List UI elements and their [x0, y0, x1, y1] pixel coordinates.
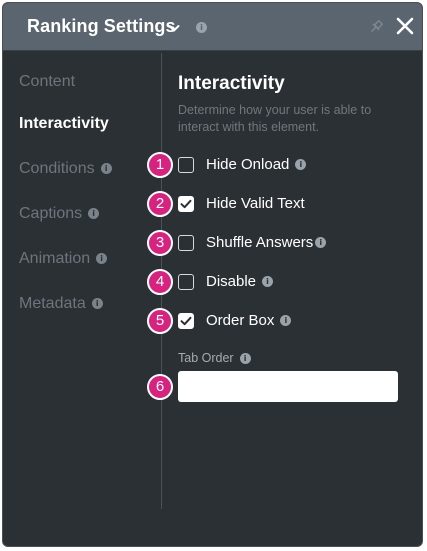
info-icon[interactable]: i [196, 22, 207, 33]
option-label: Hide Onload [206, 156, 290, 173]
section-title: Interactivity [178, 73, 285, 94]
option-label: Order Box [206, 312, 275, 329]
info-icon[interactable]: i [315, 237, 327, 248]
sidebar-item-interactivity[interactable]: Interactivity [19, 115, 109, 133]
check-icon [180, 316, 192, 326]
callout-badge: 5 [147, 308, 173, 334]
info-icon[interactable]: i [100, 163, 112, 174]
info-icon[interactable]: i [280, 315, 292, 326]
panel-title[interactable]: Ranking Settings [27, 16, 176, 37]
info-icon[interactable]: i [91, 298, 103, 309]
sidebar-item-conditions[interactable]: Conditions i [19, 160, 112, 178]
tab-order-label: Tab Order [178, 351, 234, 365]
info-icon[interactable]: i [295, 159, 307, 170]
info-icon[interactable]: i [262, 276, 274, 287]
callout-badge: 6 [147, 374, 173, 400]
sidebar-item-metadata[interactable]: Metadata i [19, 295, 103, 313]
pin-icon[interactable] [368, 19, 384, 40]
chevron-down-icon[interactable] [168, 20, 180, 38]
tab-order-input[interactable] [178, 371, 398, 402]
hide-valid-text-checkbox[interactable] [178, 196, 194, 212]
shuffle-answers-checkbox[interactable] [178, 235, 194, 251]
callout-badge: 2 [147, 191, 173, 217]
hide-onload-checkbox[interactable] [178, 157, 194, 173]
option-label: Shuffle Answers [206, 234, 314, 251]
order-box-checkbox[interactable] [178, 313, 194, 329]
option-label: Hide Valid Text [206, 195, 305, 212]
sidebar-item-content[interactable]: Content [19, 73, 75, 91]
callout-badge: 3 [147, 230, 173, 256]
disable-checkbox[interactable] [178, 274, 194, 290]
callout-badge: 1 [147, 152, 173, 178]
callout-badge: 4 [147, 269, 173, 295]
close-icon[interactable] [396, 17, 414, 40]
info-icon[interactable]: i [96, 253, 108, 264]
sidebar-item-animation[interactable]: Animation i [19, 250, 108, 268]
info-icon[interactable]: i [239, 353, 251, 364]
info-icon[interactable]: i [88, 208, 100, 219]
settings-panel: Ranking Settings i Content Interactivity [2, 2, 423, 547]
check-icon [180, 199, 192, 209]
option-label: Disable [206, 273, 257, 290]
section-description: Determine how your user is able to inter… [178, 103, 372, 134]
panel-header: Ranking Settings i [3, 3, 422, 51]
sidebar-item-captions[interactable]: Captions i [19, 205, 100, 223]
